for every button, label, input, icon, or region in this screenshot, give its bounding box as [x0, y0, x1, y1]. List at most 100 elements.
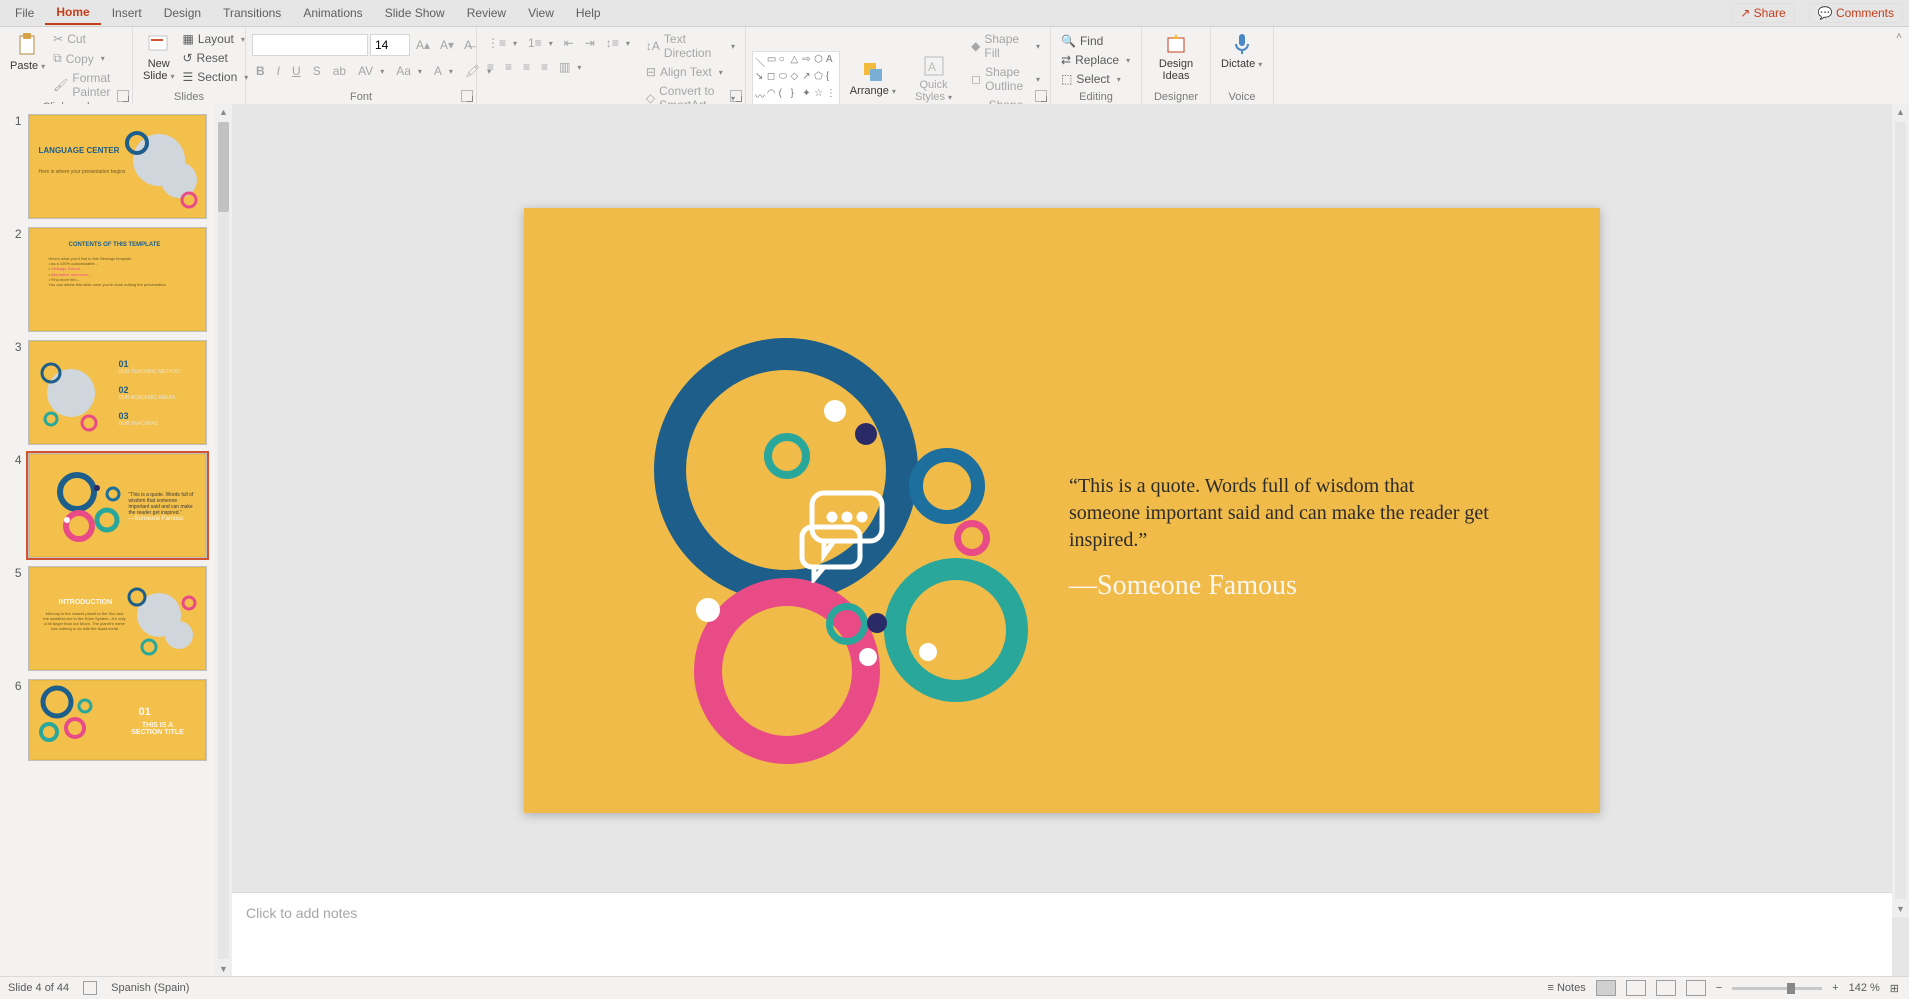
thumbnail-slide-1[interactable]: LANGUAGE CENTER Here is where your prese…: [28, 114, 208, 219]
zoom-level[interactable]: 142 %: [1849, 982, 1880, 994]
scroll-up-icon[interactable]: ▲: [215, 104, 232, 120]
slide-quote-author[interactable]: —Someone Famous: [1069, 570, 1297, 602]
share-button[interactable]: ↗ Share: [1731, 3, 1794, 23]
numbering-button[interactable]: 1≡: [524, 34, 557, 52]
view-slideshow-button[interactable]: [1686, 980, 1706, 996]
design-ideas-button[interactable]: Design Ideas: [1148, 30, 1204, 84]
tab-review[interactable]: Review: [456, 2, 517, 24]
scroll-down-icon[interactable]: ▼: [1892, 901, 1909, 917]
select-button[interactable]: ⬚Select: [1057, 70, 1125, 88]
increase-font-button[interactable]: A▴: [412, 36, 434, 54]
tab-transitions[interactable]: Transitions: [212, 2, 292, 24]
scroll-handle[interactable]: [218, 122, 229, 212]
change-case-button[interactable]: Aa: [392, 62, 426, 80]
tab-animations[interactable]: Animations: [292, 2, 373, 24]
thumbnail-list[interactable]: 1 LANGUAGE CENTER Here is where your pre…: [0, 104, 215, 977]
find-button[interactable]: 🔍Find: [1057, 32, 1107, 50]
shape-outline-button[interactable]: ◻Shape Outline: [967, 63, 1044, 95]
reset-button[interactable]: ↺Reset: [178, 49, 252, 67]
paste-button[interactable]: Paste: [6, 30, 49, 74]
thumbnail-row[interactable]: 3 01 OUR TEACHING METHOD 02 OUR ACADEMIC…: [0, 336, 215, 449]
language-button[interactable]: Spanish (Spain): [111, 982, 189, 994]
comments-button[interactable]: 💬 Comments: [1809, 3, 1903, 23]
align-text-button[interactable]: ⊟Align Text: [642, 63, 739, 81]
clear-formatting-button[interactable]: A̶: [460, 36, 476, 54]
increase-indent-button[interactable]: ⇥: [581, 34, 599, 52]
notes-toggle[interactable]: ≡ Notes: [1547, 982, 1585, 994]
thumbnail-row[interactable]: 5 INTRODUCTION Mercury is the closest pl…: [0, 562, 215, 675]
strike-button[interactable]: ab: [329, 62, 350, 80]
align-right-button[interactable]: ≡: [519, 58, 534, 76]
slide-workspace[interactable]: “This is a quote. Words full of wisdom t…: [232, 104, 1892, 917]
scroll-down-icon[interactable]: ▼: [215, 961, 232, 977]
thumbnail-row[interactable]: 4 "This is a quote. Words full of wisdom…: [0, 449, 215, 562]
zoom-slider-knob[interactable]: [1787, 983, 1795, 994]
scroll-up-icon[interactable]: ▲: [1892, 104, 1909, 120]
tab-slideshow[interactable]: Slide Show: [374, 2, 456, 24]
italic-button[interactable]: I: [273, 62, 284, 80]
font-name-input[interactable]: [252, 34, 368, 56]
notes-toggle-label: Notes: [1557, 982, 1586, 994]
replace-button[interactable]: ⇄Replace: [1057, 51, 1134, 69]
decrease-font-button[interactable]: A▾: [436, 36, 458, 54]
zoom-in-button[interactable]: +: [1832, 982, 1838, 994]
tab-file[interactable]: File: [4, 2, 45, 24]
thumbnail-scrollbar[interactable]: ▲ ▼: [215, 104, 232, 977]
text-direction-button[interactable]: ↕AText Direction: [642, 30, 739, 62]
stage-scrollbar[interactable]: ▲ ▼: [1892, 104, 1909, 917]
shape-fill-button[interactable]: ◆Shape Fill: [967, 30, 1044, 62]
format-painter-button[interactable]: 🖌Format Painter: [49, 69, 126, 101]
font-color-button[interactable]: A: [430, 62, 457, 80]
thumbnail-slide-5[interactable]: INTRODUCTION Mercury is the closest plan…: [28, 566, 208, 671]
layout-button[interactable]: ▦Layout: [178, 30, 252, 48]
shadow-button[interactable]: S: [309, 62, 325, 80]
tab-help[interactable]: Help: [565, 2, 612, 24]
font-size-input[interactable]: [370, 34, 410, 56]
underline-button[interactable]: U: [288, 62, 305, 80]
notes-pane[interactable]: Click to add notes: [232, 892, 1892, 977]
thumbnail-row[interactable]: 2 CONTENTS OF THIS TEMPLATE Here's what …: [0, 223, 215, 336]
new-slide-button[interactable]: New Slide: [139, 30, 178, 84]
thumbnail-slide-6[interactable]: 01 THIS IS ASECTION TITLE: [28, 679, 208, 761]
quick-styles-button[interactable]: A Quick Styles: [906, 53, 961, 105]
accessibility-icon[interactable]: [83, 981, 97, 995]
cut-button[interactable]: ✂Cut: [49, 30, 126, 48]
copy-button[interactable]: ⧉Copy: [49, 49, 126, 68]
line-spacing-button[interactable]: ↕≡: [602, 34, 634, 52]
thumbnail-row[interactable]: 6 01 THIS IS ASECTION TITLE: [0, 675, 215, 765]
bold-button[interactable]: B: [252, 62, 269, 80]
font-dialog-launcher[interactable]: [461, 90, 473, 102]
clipboard-dialog-launcher[interactable]: [117, 90, 129, 102]
thumbnail-row[interactable]: 1 LANGUAGE CENTER Here is where your pre…: [0, 110, 215, 223]
thumbnail-slide-2[interactable]: CONTENTS OF THIS TEMPLATE Here's what yo…: [28, 227, 208, 332]
slide-quote-text[interactable]: “This is a quote. Words full of wisdom t…: [1069, 473, 1489, 554]
align-center-button[interactable]: ≡: [501, 58, 516, 76]
bullets-button[interactable]: ⋮≡: [483, 34, 521, 52]
view-reading-button[interactable]: [1656, 980, 1676, 996]
drawing-dialog-launcher[interactable]: [1035, 90, 1047, 102]
justify-button[interactable]: ≡: [537, 58, 552, 76]
tab-insert[interactable]: Insert: [101, 2, 153, 24]
shapes-gallery[interactable]: ＼▭○△⇨⬡A ↘◻⬭◇↗⬠{ 〰◠(}✦☆⋮: [752, 51, 840, 107]
thumbnail-slide-3[interactable]: 01 OUR TEACHING METHOD 02 OUR ACADEMIC A…: [28, 340, 208, 445]
align-left-button[interactable]: ≡: [483, 58, 498, 76]
char-spacing-button[interactable]: AV: [354, 62, 388, 80]
current-slide[interactable]: “This is a quote. Words full of wisdom t…: [524, 208, 1600, 813]
tab-view[interactable]: View: [517, 2, 565, 24]
zoom-slider[interactable]: [1732, 987, 1822, 990]
collapse-ribbon-button[interactable]: ˄: [1889, 27, 1909, 105]
decrease-indent-button[interactable]: ⇤: [560, 34, 578, 52]
arrange-button[interactable]: Arrange: [846, 59, 900, 99]
dictate-button[interactable]: Dictate: [1217, 30, 1266, 72]
zoom-out-button[interactable]: −: [1716, 982, 1722, 994]
tab-home[interactable]: Home: [45, 1, 100, 25]
paragraph-dialog-launcher[interactable]: [730, 90, 742, 102]
tab-design[interactable]: Design: [153, 2, 212, 24]
view-sorter-button[interactable]: [1626, 980, 1646, 996]
view-normal-button[interactable]: [1596, 980, 1616, 996]
columns-button[interactable]: ▥: [555, 58, 585, 76]
section-button[interactable]: ☰Section: [178, 68, 252, 86]
thumbnail-slide-4[interactable]: "This is a quote. Words full of wisdom t…: [28, 453, 208, 558]
statusbar: Slide 4 of 44 Spanish (Spain) ≡ Notes − …: [0, 976, 1909, 999]
fit-to-window-button[interactable]: ⊞: [1890, 982, 1899, 995]
